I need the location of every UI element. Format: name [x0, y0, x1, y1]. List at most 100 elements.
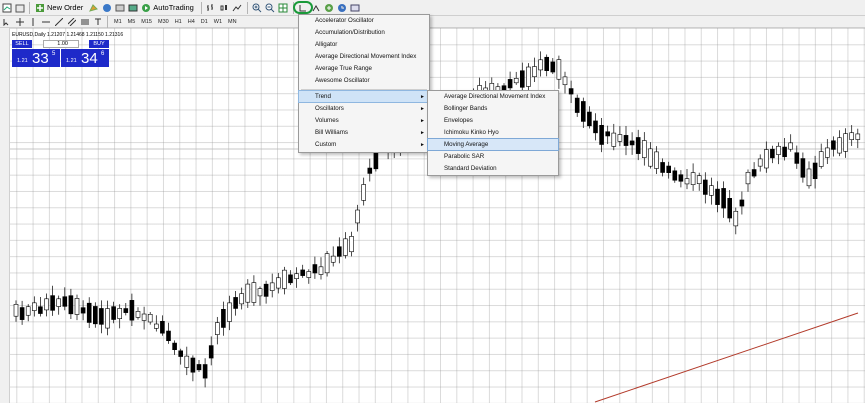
candle — [178, 348, 183, 365]
menu-item[interactable]: Average True Range — [299, 63, 429, 74]
horizontal-line-button[interactable] — [40, 15, 51, 28]
candlestick-button[interactable] — [219, 1, 230, 14]
zoom-in-button[interactable] — [252, 1, 263, 14]
vertical-line-icon — [27, 16, 38, 27]
buy-price-box[interactable]: 1.21 34 6 — [61, 49, 109, 67]
autotrading-label: AutoTrading — [153, 3, 194, 12]
sell-button[interactable]: SELL — [12, 40, 32, 48]
submenu-item[interactable]: Average Directional Movement Index — [428, 91, 558, 102]
candle — [757, 154, 763, 172]
buy-button[interactable]: BUY — [89, 40, 109, 48]
submenu-item-moving-average[interactable]: Moving Average — [427, 138, 559, 151]
menu-group-trend[interactable]: Trend ► — [298, 90, 430, 103]
navigator-button[interactable] — [101, 1, 112, 14]
editor-icon — [88, 2, 99, 13]
candle — [580, 97, 586, 128]
tile-windows-button[interactable] — [278, 1, 289, 14]
timeframe-m1[interactable]: M1 — [114, 19, 122, 25]
indicators-button-highlight — [293, 1, 313, 14]
candle — [843, 128, 848, 158]
menu-item[interactable]: Accelerator Oscillator — [299, 15, 429, 26]
line-chart-button[interactable] — [232, 1, 243, 14]
menu-item[interactable]: Average Directional Movement Index — [299, 51, 429, 62]
candle — [50, 285, 55, 316]
new-chart-button[interactable] — [1, 1, 12, 14]
candle — [690, 163, 696, 191]
candle — [672, 167, 678, 183]
zoom-out-button[interactable] — [265, 1, 276, 14]
templates-icon — [350, 2, 361, 13]
menu-item[interactable]: Accumulation/Distribution — [299, 27, 429, 38]
toolbar-separator — [29, 1, 30, 14]
timeframe-m5[interactable]: M5 — [128, 19, 136, 25]
candle — [678, 170, 684, 188]
menu-group-custom[interactable]: Custom ► — [299, 139, 429, 150]
candle — [294, 267, 299, 288]
timeframe-d1[interactable]: D1 — [201, 19, 208, 25]
menu-item[interactable]: Alligator — [299, 39, 429, 50]
candle — [715, 181, 720, 213]
candle — [800, 152, 806, 183]
indicators-button[interactable] — [324, 1, 335, 14]
crosshair-button[interactable] — [14, 15, 25, 28]
candle — [538, 51, 543, 77]
fibonacci-button[interactable] — [79, 15, 90, 28]
submenu-item[interactable]: Bollinger Bands — [428, 103, 558, 114]
timeframe-m30[interactable]: M30 — [158, 19, 169, 25]
timeframe-w1[interactable]: W1 — [214, 19, 222, 25]
bar-chart-button[interactable] — [206, 1, 217, 14]
horizontal-line-icon — [40, 16, 51, 27]
periodicity-button[interactable] — [337, 1, 348, 14]
vertical-line-button[interactable] — [27, 15, 38, 28]
submenu-item[interactable]: Ichimoku Kinko Hyo — [428, 127, 558, 138]
candle — [38, 296, 43, 317]
bar-chart-icon — [206, 2, 217, 13]
candle — [306, 269, 312, 284]
autotrading-button[interactable]: AutoTrading — [140, 1, 197, 14]
timeframe-h1[interactable]: H1 — [175, 19, 182, 25]
submenu-item[interactable]: Parabolic SAR — [428, 151, 558, 162]
timeframe-m15[interactable]: M15 — [141, 19, 152, 25]
candle — [855, 128, 861, 149]
buy-price-big: 34 — [81, 50, 98, 67]
candle — [818, 143, 824, 169]
candle — [62, 287, 68, 311]
candle — [117, 304, 122, 329]
terminal-button[interactable] — [114, 1, 125, 14]
candle — [623, 125, 629, 156]
candle — [330, 246, 336, 267]
profiles-button[interactable] — [14, 1, 25, 14]
trendline-button[interactable] — [53, 15, 64, 28]
channel-button[interactable] — [66, 15, 77, 28]
menu-item[interactable]: Awesome Oscillator — [299, 75, 429, 86]
cursor-button[interactable] — [1, 15, 12, 28]
templates-button[interactable] — [350, 1, 361, 14]
price-chart[interactable] — [0, 28, 865, 403]
new-order-button[interactable]: New Order — [34, 1, 86, 14]
candle — [727, 190, 733, 223]
meta-editor-button[interactable] — [88, 1, 99, 14]
trend-line[interactable] — [594, 312, 859, 403]
sell-price-box[interactable]: 1.21 33 5 — [12, 49, 60, 67]
candle — [641, 132, 647, 166]
submenu-item[interactable]: Envelopes — [428, 115, 558, 126]
candle — [702, 172, 708, 204]
timeframe-mn[interactable]: MN — [228, 19, 237, 25]
candle — [617, 126, 623, 147]
timeframe-h4[interactable]: H4 — [188, 19, 195, 25]
text-icon — [92, 16, 103, 27]
menu-group-bill-williams[interactable]: Bill Williams ► — [299, 127, 429, 138]
new-order-icon — [34, 2, 45, 13]
submenu-item[interactable]: Standard Deviation — [428, 163, 558, 174]
menu-group-oscillators[interactable]: Oscillators ► — [299, 103, 429, 114]
candle — [550, 58, 556, 75]
candle — [587, 106, 592, 129]
lot-size-field[interactable]: 1.00 — [43, 40, 79, 48]
candle — [629, 132, 635, 155]
tester-button[interactable] — [127, 1, 138, 14]
menu-group-volumes[interactable]: Volumes ► — [299, 115, 429, 126]
candle — [202, 358, 208, 388]
zoom-in-icon — [252, 2, 263, 13]
candle — [318, 257, 324, 280]
text-button[interactable] — [92, 15, 103, 28]
